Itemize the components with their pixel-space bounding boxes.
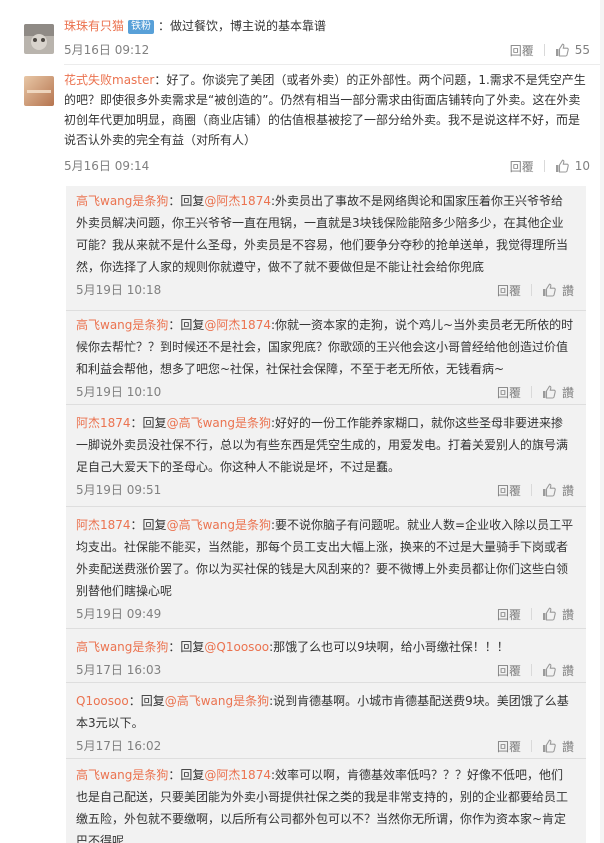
reply-prefix: ：回复 bbox=[168, 194, 205, 208]
reply-username[interactable]: Q1oosoo bbox=[76, 694, 129, 708]
mention-link[interactable]: @Q1oosoo bbox=[204, 640, 269, 654]
reply-username[interactable]: 高飞wang是条狗 bbox=[76, 640, 168, 654]
mention-link[interactable]: @高飞wang是条狗 bbox=[167, 416, 271, 430]
avatar[interactable] bbox=[24, 24, 54, 54]
divider bbox=[66, 628, 586, 629]
reply-button[interactable]: 回覆 bbox=[497, 662, 521, 679]
divider bbox=[66, 310, 586, 311]
reply-time: 5月19日 09:49 bbox=[76, 607, 162, 621]
like-count: 10 bbox=[574, 159, 590, 173]
reply-username[interactable]: 阿杰1874 bbox=[76, 416, 131, 430]
reply-text: :那饿了么也可以9块啊，给小哥缴社保！！！ bbox=[269, 640, 509, 654]
divider bbox=[530, 608, 532, 620]
fan-badge: 铁粉 bbox=[128, 20, 155, 34]
reply-item: 高飞wang是条狗：回复@阿杰1874:效率可以啊，肯德基效率低吗？？？好像不低… bbox=[66, 764, 586, 843]
comment-time: 5月16日 09:12 bbox=[64, 43, 150, 57]
reply-time: 5月19日 10:18 bbox=[76, 283, 162, 297]
reply-prefix: ：回复 bbox=[130, 416, 167, 430]
thumbs-up-icon[interactable] bbox=[542, 663, 556, 677]
divider bbox=[66, 758, 586, 759]
avatar[interactable] bbox=[24, 76, 54, 106]
reply-button[interactable]: 回覆 bbox=[497, 738, 521, 755]
thumbs-up-icon[interactable] bbox=[555, 43, 569, 57]
mention-link[interactable]: @高飞wang是条狗 bbox=[165, 694, 269, 708]
reply-prefix: ：回复 bbox=[168, 640, 205, 654]
reply-item: 阿杰1874：回复@高飞wang是条狗:好好的一份工作能养家糊口，就你这些圣母非… bbox=[66, 412, 586, 504]
thumbs-up-icon[interactable] bbox=[542, 739, 556, 753]
reply-button[interactable]: 回覆 bbox=[497, 384, 521, 401]
divider bbox=[530, 386, 532, 398]
divider bbox=[530, 284, 532, 296]
reply-item: 高飞wang是条狗：回复@Q1oosoo:那饿了么也可以9块啊，给小哥缴社保！！… bbox=[66, 636, 586, 684]
reply-button[interactable]: 回覆 bbox=[510, 158, 534, 175]
divider bbox=[66, 682, 586, 683]
reply-prefix: ：回复 bbox=[130, 518, 167, 532]
thumbs-up-icon[interactable] bbox=[542, 385, 556, 399]
reply-button[interactable]: 回覆 bbox=[497, 606, 521, 623]
comment-username[interactable]: 花式失败master bbox=[64, 73, 154, 87]
reply-username[interactable]: 阿杰1874 bbox=[76, 518, 131, 532]
reply-button[interactable]: 回覆 bbox=[510, 42, 534, 59]
divider bbox=[64, 64, 604, 65]
reply-item: 阿杰1874：回复@高飞wang是条狗:要不说你脑子有问题呢。就业人数=企业收入… bbox=[66, 514, 586, 628]
reply-prefix: ：回复 bbox=[128, 694, 165, 708]
reply-username[interactable]: 高飞wang是条狗 bbox=[76, 318, 168, 332]
divider bbox=[66, 506, 586, 507]
reply-time: 5月17日 16:03 bbox=[76, 663, 162, 677]
comment-item: 花式失败master：好了。你谈完了美团（或者外卖）的正外部性。两个问题，1.需… bbox=[0, 66, 604, 182]
comment-time: 5月16日 09:14 bbox=[64, 159, 150, 173]
reply-item: 高飞wang是条狗：回复@阿杰1874:你就一资本家的走狗，说个鸡儿~当外卖员老… bbox=[66, 314, 586, 402]
like-count: 55 bbox=[574, 43, 590, 57]
divider bbox=[530, 664, 532, 676]
divider bbox=[543, 44, 545, 56]
comment-username[interactable]: 珠珠有只猫 bbox=[64, 19, 124, 33]
reply-username[interactable]: 高飞wang是条狗 bbox=[76, 768, 168, 782]
mention-link[interactable]: @高飞wang是条狗 bbox=[167, 518, 271, 532]
thumbs-up-icon[interactable] bbox=[542, 283, 556, 297]
replies-panel: 高飞wang是条狗：回复@阿杰1874:外卖员出了事故不是网络舆论和国家压着你王… bbox=[66, 186, 586, 843]
like-label[interactable]: 讚 bbox=[562, 482, 574, 499]
reply-prefix: ：回复 bbox=[168, 768, 205, 782]
thumbs-up-icon[interactable] bbox=[542, 483, 556, 497]
divider bbox=[530, 740, 532, 752]
reply-time: 5月19日 09:51 bbox=[76, 483, 162, 497]
divider bbox=[530, 484, 532, 496]
like-label[interactable]: 讚 bbox=[562, 662, 574, 679]
reply-prefix: ：回复 bbox=[168, 318, 205, 332]
like-label[interactable]: 讚 bbox=[562, 606, 574, 623]
reply-time: 5月19日 10:10 bbox=[76, 385, 162, 399]
reply-username[interactable]: 高飞wang是条狗 bbox=[76, 194, 168, 208]
comment-text: ：做过餐饮，博主说的基本靠谱 bbox=[158, 19, 327, 33]
like-label[interactable]: 讚 bbox=[562, 738, 574, 755]
divider bbox=[66, 404, 586, 405]
mention-link[interactable]: @阿杰1874 bbox=[204, 768, 271, 782]
comment-item: 珠珠有只猫 铁粉 ：做过餐饮，博主说的基本靠谱 5月16日 09:12 回覆 55 bbox=[0, 6, 604, 62]
reply-button[interactable]: 回覆 bbox=[497, 282, 521, 299]
thumbs-up-icon[interactable] bbox=[555, 159, 569, 173]
divider bbox=[543, 160, 545, 172]
reply-item: 高飞wang是条狗：回复@阿杰1874:外卖员出了事故不是网络舆论和国家压着你王… bbox=[66, 190, 586, 310]
like-label[interactable]: 讚 bbox=[562, 282, 574, 299]
reply-item: Q1oosoo：回复@高飞wang是条狗:说到肯德基啊。小城市肯德基配送费9块。… bbox=[66, 690, 586, 760]
scrollbar-track[interactable] bbox=[600, 0, 604, 843]
mention-link[interactable]: @阿杰1874 bbox=[204, 194, 271, 208]
thumbs-up-icon[interactable] bbox=[542, 607, 556, 621]
reply-button[interactable]: 回覆 bbox=[497, 482, 521, 499]
like-label[interactable]: 讚 bbox=[562, 384, 574, 401]
reply-time: 5月17日 16:02 bbox=[76, 739, 162, 753]
mention-link[interactable]: @阿杰1874 bbox=[204, 318, 271, 332]
